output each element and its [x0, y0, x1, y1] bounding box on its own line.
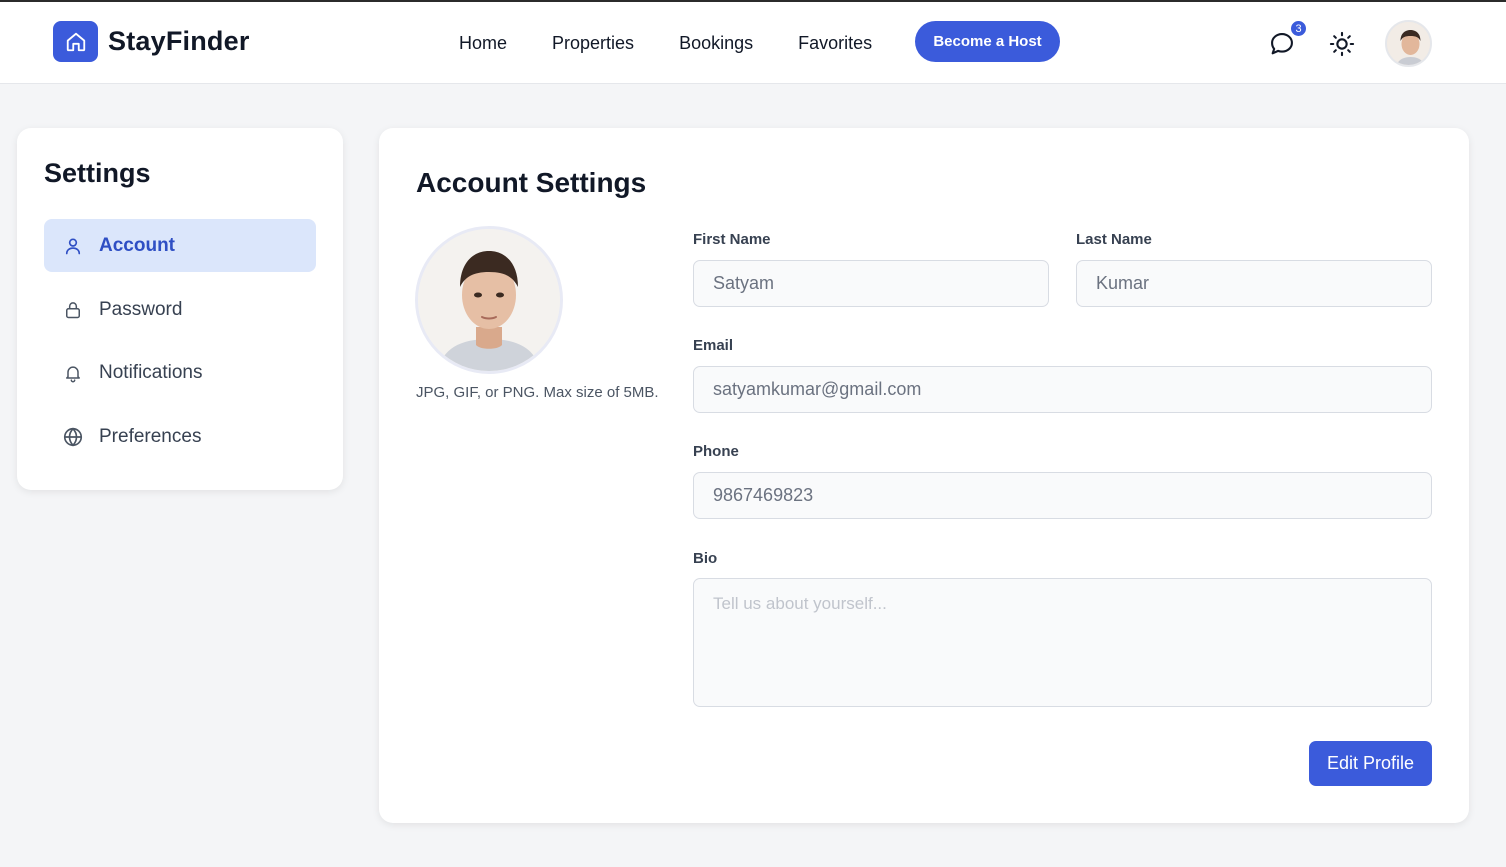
sidebar-item-label: Account: [99, 234, 175, 256]
sidebar-item-password[interactable]: Password: [44, 283, 316, 336]
last-name-label: Last Name: [1076, 231, 1152, 248]
brand-name: StayFinder: [108, 26, 250, 56]
user-avatar[interactable]: [1385, 20, 1432, 67]
sidebar-item-label: Notifications: [99, 361, 203, 383]
first-name-label: First Name: [693, 231, 771, 248]
bio-textarea[interactable]: [693, 578, 1432, 707]
phone-label: Phone: [693, 443, 739, 460]
theme-toggle-button[interactable]: [1328, 30, 1356, 58]
sidebar-item-account[interactable]: Account: [44, 219, 316, 272]
home-icon: [53, 21, 98, 62]
sidebar-item-notifications[interactable]: Notifications: [44, 346, 316, 399]
nav-link-properties[interactable]: Properties: [552, 22, 634, 64]
lock-icon: [62, 299, 84, 321]
photo-upload-hint: JPG, GIF, or PNG. Max size of 5MB.: [416, 384, 659, 401]
nav-link-home[interactable]: Home: [459, 22, 507, 64]
bell-icon: [62, 362, 84, 384]
brand[interactable]: StayFinder: [53, 21, 250, 62]
first-name-field[interactable]: [693, 260, 1049, 307]
become-host-button[interactable]: Become a Host: [915, 21, 1060, 62]
top-navbar: StayFinder Home Properties Bookings Favo…: [0, 0, 1506, 84]
sidebar-title: Settings: [44, 158, 151, 188]
settings-sidebar: Settings Account Password Notifications: [17, 128, 343, 490]
messages-count-badge: 3: [1289, 19, 1308, 38]
main-nav: Home Properties Bookings Favorites: [459, 22, 917, 64]
email-label: Email: [693, 337, 734, 354]
account-settings-card: Account Settings JPG, GIF, or PNG. Max s…: [379, 128, 1469, 823]
avatar-image: [1387, 22, 1430, 65]
sidebar-item-label: Preferences: [99, 425, 202, 447]
nav-link-favorites[interactable]: Favorites: [798, 22, 872, 64]
edit-profile-button[interactable]: Edit Profile: [1309, 741, 1432, 786]
sidebar-item-label: Password: [99, 298, 183, 320]
sidebar-item-preferences[interactable]: Preferences: [44, 410, 316, 463]
page-title: Account Settings: [416, 167, 647, 198]
profile-photo-image: [418, 229, 560, 371]
nav-link-bookings[interactable]: Bookings: [679, 22, 753, 64]
sun-icon: [1329, 31, 1355, 57]
bio-label: Bio: [693, 550, 718, 567]
globe-icon: [62, 426, 84, 448]
email-field[interactable]: [693, 366, 1432, 413]
phone-field[interactable]: [693, 472, 1432, 519]
user-icon: [62, 235, 84, 257]
profile-photo[interactable]: [415, 226, 563, 374]
last-name-field[interactable]: [1076, 260, 1432, 307]
